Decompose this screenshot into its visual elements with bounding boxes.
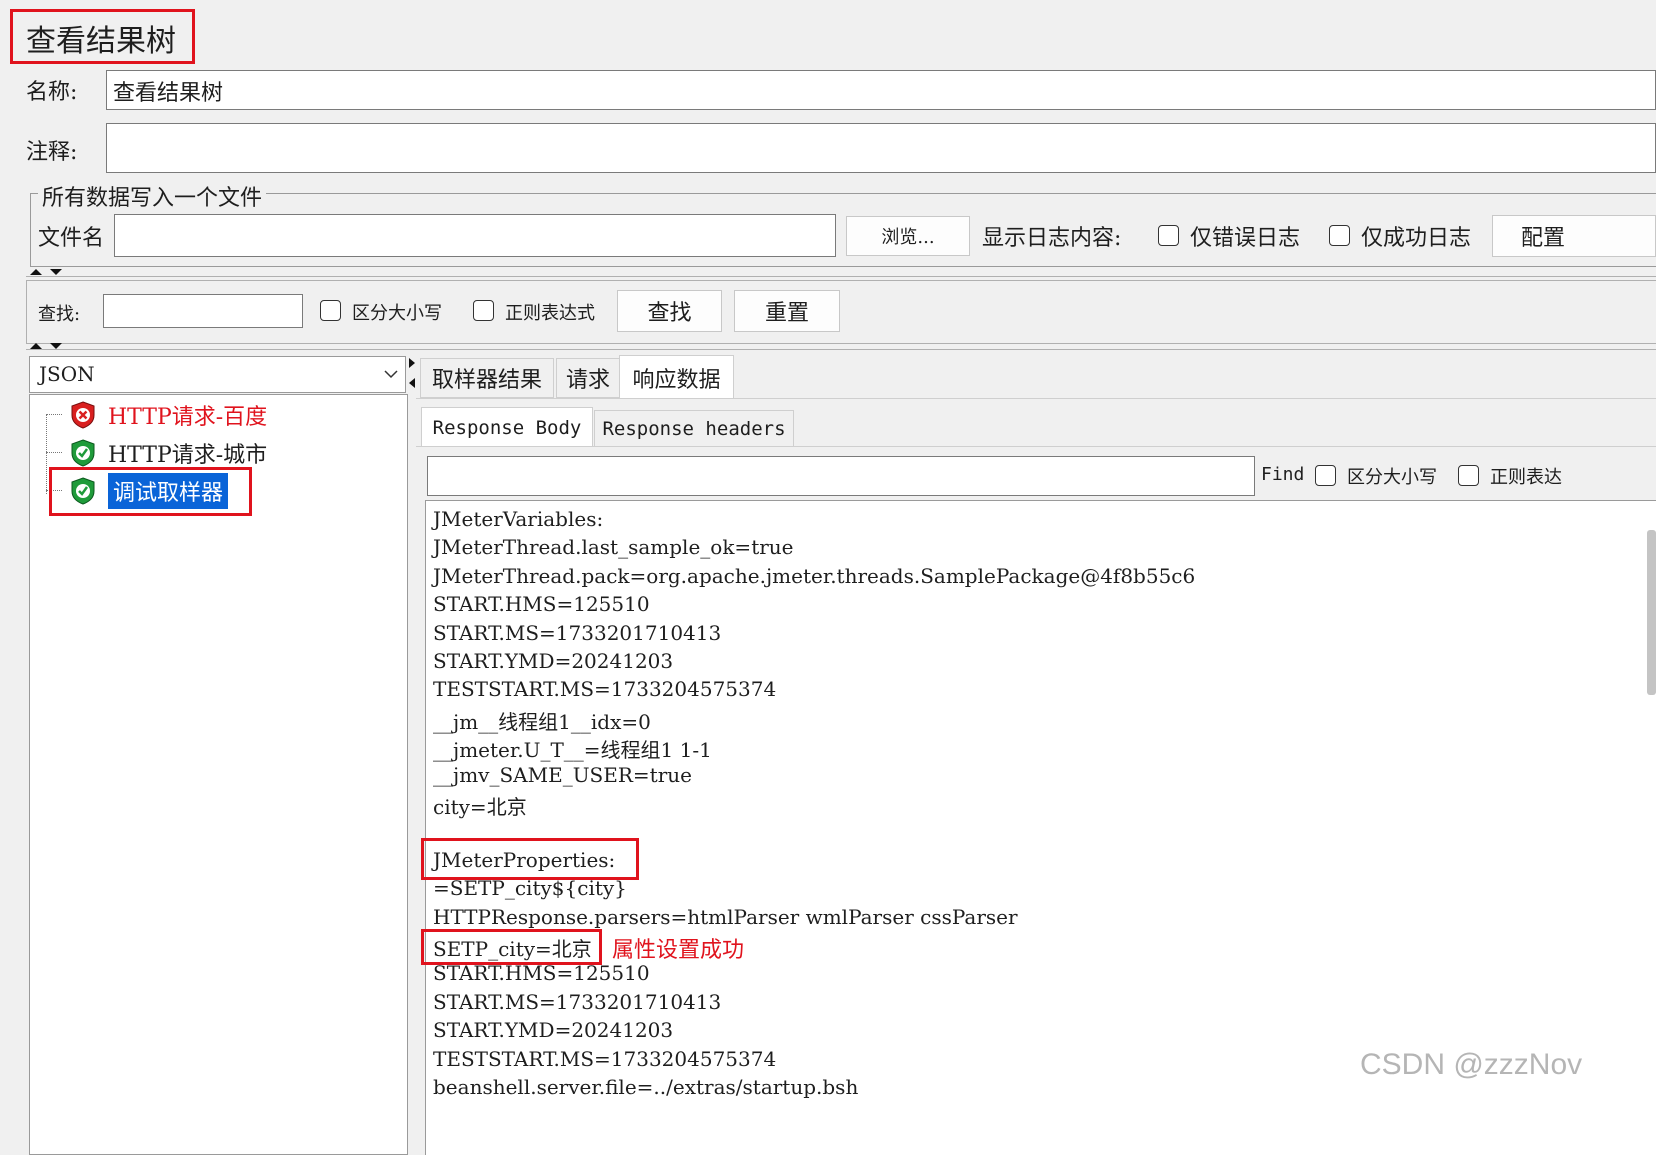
- search-case-checkbox[interactable]: [320, 300, 341, 321]
- response-line: __jmv_SAME_USER=true: [433, 762, 692, 787]
- tree-connector-h2: [46, 452, 62, 453]
- response-line: city=北京: [433, 795, 527, 819]
- browse-button[interactable]: 浏览...: [846, 216, 970, 256]
- tree-connector-h1: [46, 414, 62, 415]
- tree-item-label: HTTP请求-百度: [108, 405, 268, 430]
- errors-only-checkbox[interactable]: [1158, 225, 1179, 246]
- response-line: HTTPResponse.parsers=htmlParser wmlParse…: [433, 904, 1018, 929]
- tab-label: 取样器结果: [431, 368, 542, 393]
- response-line: JMeterVariables:: [433, 507, 604, 531]
- response-line: TESTSTART.MS=1733204575374: [433, 677, 777, 702]
- browse-button-label: 浏览...: [881, 227, 935, 248]
- collapse-arrows-icon[interactable]: [28, 268, 68, 278]
- tab-label: 请求: [565, 368, 610, 393]
- annotation-text: 属性设置成功: [612, 938, 745, 963]
- filename-input[interactable]: [114, 214, 836, 257]
- tree-connector: [46, 414, 47, 494]
- vertical-scrollbar[interactable]: [1647, 530, 1656, 695]
- response-line: START.YMD=20241203: [433, 649, 674, 673]
- tab-label: 响应数据: [632, 367, 721, 393]
- tree-item-http-baidu[interactable]: HTTP请求-百度: [70, 397, 267, 433]
- tree-item-label: HTTP请求-城市: [108, 443, 268, 468]
- search-regex-label: 正则表达式: [505, 303, 595, 324]
- tab-sampler-result[interactable]: 取样器结果: [420, 358, 554, 398]
- response-regex-checkbox[interactable]: [1458, 465, 1479, 486]
- response-case-checkbox[interactable]: [1315, 465, 1336, 486]
- response-line: __jmeter.U_T__=线程组1 1-1: [433, 738, 712, 763]
- success-only-checkbox[interactable]: [1329, 225, 1350, 246]
- name-field[interactable]: 查看结果树: [106, 70, 1656, 110]
- watermark: CSDN @zzzNov: [1360, 1048, 1583, 1081]
- reset-button-label: 重置: [764, 301, 809, 326]
- name-field-value: 查看结果树: [113, 81, 224, 106]
- configure-button-label: 配置: [1521, 226, 1566, 251]
- errors-only-label: 仅错误日志: [1190, 226, 1301, 251]
- chevron-down-icon: [384, 370, 398, 379]
- response-line: START.HMS=125510: [433, 592, 650, 617]
- search-regex-checkbox[interactable]: [473, 300, 494, 321]
- error-shield-icon: [71, 401, 95, 429]
- jmeter-properties-highlight: [421, 838, 639, 880]
- search-label: 查找:: [38, 304, 81, 325]
- success-shield-icon: [71, 477, 95, 505]
- response-line: START.MS=1733201710413: [433, 989, 722, 1014]
- subtab-strip-line: [416, 446, 1656, 447]
- response-line: START.MS=1733201710413: [433, 620, 722, 645]
- tab-response-data[interactable]: 响应数据: [619, 355, 734, 399]
- response-find-label: Find: [1261, 464, 1305, 485]
- renderer-select-value: JSON: [39, 362, 95, 386]
- tree-item-label: 调试取样器: [108, 473, 229, 509]
- filename-label: 文件名: [38, 226, 105, 251]
- name-label: 名称:: [26, 80, 78, 105]
- renderer-select[interactable]: JSON: [29, 356, 406, 393]
- vertical-split-arrows-icon[interactable]: [408, 356, 416, 396]
- response-line: JMeterThread.pack=org.apache.jmeter.thre…: [433, 563, 1196, 588]
- log-content-label: 显示日志内容:: [982, 226, 1122, 251]
- setp-city-highlight: [421, 929, 602, 965]
- response-case-label: 区分大小写: [1347, 467, 1437, 488]
- response-line: START.YMD=20241203: [433, 1018, 674, 1043]
- tree-item-debug-sampler[interactable]: 调试取样器: [70, 473, 229, 509]
- subtab-response-body[interactable]: Response Body: [421, 407, 593, 447]
- split-divider-mid[interactable]: [26, 349, 1656, 350]
- response-line: __jm__线程组1__idx=0: [433, 709, 651, 734]
- success-shield-icon: [71, 439, 95, 467]
- find-button[interactable]: 查找: [617, 290, 722, 332]
- search-case-label: 区分大小写: [352, 303, 442, 324]
- subtab-label: Response Body: [432, 416, 582, 439]
- response-regex-label: 正则表达: [1490, 467, 1562, 488]
- split-divider-top[interactable]: [26, 270, 1656, 277]
- response-search-input[interactable]: [427, 456, 1255, 496]
- collapse-arrows-icon-2[interactable]: [28, 342, 68, 352]
- response-line: JMeterThread.last_sample_ok=true: [433, 535, 794, 560]
- subtab-label: Response headers: [602, 417, 786, 440]
- file-group-legend: 所有数据写入一个文件: [38, 180, 267, 212]
- success-only-label: 仅成功日志: [1361, 226, 1472, 251]
- reset-button[interactable]: 重置: [734, 290, 840, 332]
- page-title: 查看结果树: [26, 24, 176, 59]
- response-line: beanshell.server.file=../extras/startup.…: [433, 1075, 859, 1099]
- response-line: TESTSTART.MS=1733204575374: [433, 1046, 777, 1071]
- find-button-label: 查找: [647, 301, 692, 326]
- comment-field[interactable]: [106, 123, 1656, 173]
- tab-request[interactable]: 请求: [556, 358, 620, 398]
- subtab-response-headers[interactable]: Response headers: [594, 410, 794, 447]
- tab-strip-line: [416, 398, 1656, 399]
- search-input[interactable]: [103, 294, 303, 328]
- configure-button[interactable]: 配置: [1492, 215, 1656, 257]
- comment-label: 注释:: [26, 140, 78, 165]
- tree-item-http-city[interactable]: HTTP请求-城市: [70, 435, 267, 471]
